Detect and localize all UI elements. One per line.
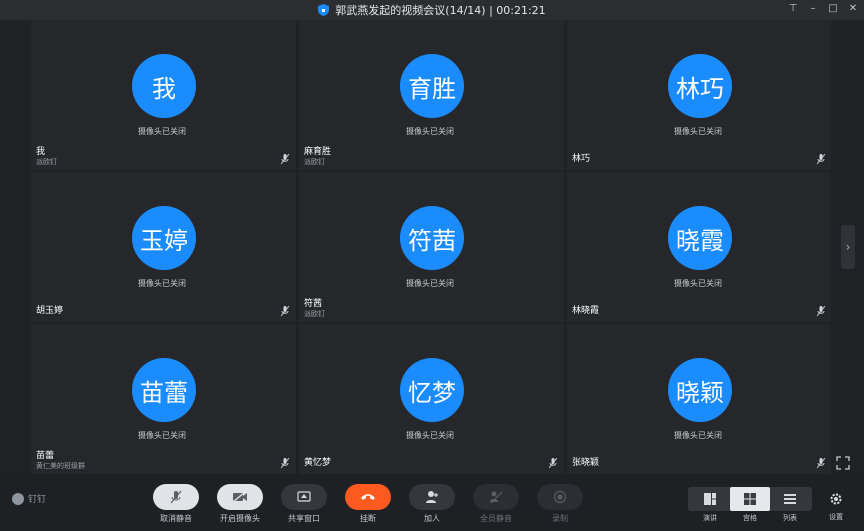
participant-name: 张晓颖 <box>572 458 600 468</box>
add-person-label: 加人 <box>424 514 440 523</box>
avatar: 林巧 <box>668 54 732 118</box>
speaker-layout-label: 演讲 <box>703 514 717 522</box>
avatar: 晓霞 <box>668 206 732 270</box>
participant-name: 林晓霞 <box>572 306 600 316</box>
next-page-button[interactable]: › <box>841 225 855 269</box>
record-button[interactable] <box>537 484 583 510</box>
participant-name: 林巧 <box>572 154 591 164</box>
avatar: 忆梦 <box>400 358 464 422</box>
participant-name: 胡玉婷 <box>36 306 64 316</box>
fullscreen-icon[interactable] <box>836 456 850 470</box>
mic-muted-icon <box>549 458 557 468</box>
unmute-label: 取消静音 <box>160 514 192 523</box>
list-layout-label: 列表 <box>783 514 797 522</box>
mic-muted-icon <box>817 154 825 164</box>
hangup-label: 挂断 <box>360 514 376 523</box>
shield-icon <box>318 4 330 16</box>
grid-layout-button[interactable] <box>730 487 770 511</box>
camera-off-text: 摄像头已关闭 <box>406 279 454 288</box>
camera-off-text: 摄像头已关闭 <box>406 431 454 440</box>
participant-org: 派欧钉 <box>304 310 325 318</box>
settings-label: 设置 <box>829 513 843 521</box>
minimize-icon[interactable]: – <box>808 3 818 15</box>
camera-off-text: 摄像头已关闭 <box>138 431 186 440</box>
chevron-right-icon: › <box>845 240 851 254</box>
settings-gear-icon[interactable] <box>829 492 843 506</box>
camera-button[interactable] <box>217 484 263 510</box>
layout-switcher <box>688 487 812 511</box>
participant-tile[interactable]: 林巧 摄像头已关闭 林巧 <box>567 20 831 170</box>
avatar: 苗蕾 <box>132 358 196 422</box>
dingtalk-icon <box>12 492 24 505</box>
participant-tile[interactable]: 晓颖 摄像头已关闭 张晓颖 <box>567 324 831 474</box>
avatar: 育胜 <box>400 54 464 118</box>
share-window-label: 共享窗口 <box>288 514 320 523</box>
mic-muted-icon <box>281 306 289 316</box>
unmute-button[interactable] <box>153 484 199 510</box>
speaker-layout-button[interactable] <box>690 487 730 511</box>
avatar: 玉婷 <box>132 206 196 270</box>
participant-name: 我 <box>36 147 46 157</box>
close-icon[interactable]: ✕ <box>848 3 858 15</box>
participant-org: 派欧钉 <box>36 158 57 166</box>
mic-muted-icon <box>281 154 289 164</box>
camera-off-text: 摄像头已关闭 <box>674 127 722 136</box>
participant-tile[interactable]: 玉婷 摄像头已关闭 胡玉婷 <box>31 172 296 322</box>
camera-label: 开启摄像头 <box>220 514 260 523</box>
participant-org: 派欧钉 <box>304 158 325 166</box>
pin-icon[interactable]: ⊤ <box>788 3 798 15</box>
camera-off-text: 摄像头已关闭 <box>138 127 186 136</box>
grid-layout-label: 宫格 <box>743 514 757 522</box>
maximize-icon[interactable]: □ <box>828 3 838 15</box>
phone-hangup-icon <box>361 494 375 500</box>
grid-layout-icon <box>744 493 756 505</box>
participant-tile[interactable]: 符茜 摄像头已关闭 符茜 派欧钉 <box>299 172 564 322</box>
camera-off-icon <box>232 491 247 503</box>
list-layout-icon <box>784 494 796 504</box>
camera-off-text: 摄像头已关闭 <box>406 127 454 136</box>
avatar: 我 <box>132 54 196 118</box>
mic-muted-icon <box>817 306 825 316</box>
mute-all-icon <box>490 491 503 504</box>
window-title-text: 郭武燕发起的视频会议(14/14) | 00:21:21 <box>335 4 546 17</box>
participant-name: 麻育胜 <box>304 147 332 157</box>
brand-logo: 钉钉 <box>12 492 46 505</box>
participant-tile[interactable]: 苗蕾 摄像头已关闭 苗蕾 黄仁美的班级群 <box>31 324 296 474</box>
add-person-icon <box>426 491 438 503</box>
camera-off-text: 摄像头已关闭 <box>674 279 722 288</box>
avatar: 晓颖 <box>668 358 732 422</box>
participant-tile[interactable]: 晓霞 摄像头已关闭 林晓霞 <box>567 172 831 322</box>
window-title: 郭武燕发起的视频会议(14/14) | 00:21:21 <box>0 0 864 20</box>
mic-muted-icon <box>281 458 289 468</box>
participant-org: 黄仁美的班级群 <box>36 462 85 470</box>
mic-muted-icon <box>817 458 825 468</box>
add-person-button[interactable] <box>409 484 455 510</box>
brand-name: 钉钉 <box>28 495 47 505</box>
title-bar: 郭武燕发起的视频会议(14/14) | 00:21:21 ⊤ – □ ✕ <box>0 0 864 20</box>
participant-name: 符茜 <box>304 299 323 309</box>
hangup-button[interactable] <box>345 484 391 510</box>
mic-muted-icon <box>170 490 182 504</box>
share-screen-icon <box>297 491 311 502</box>
avatar: 符茜 <box>400 206 464 270</box>
participant-name: 苗蕾 <box>36 451 55 461</box>
list-layout-button[interactable] <box>770 487 810 511</box>
mute-all-label: 全员静音 <box>480 514 512 523</box>
record-icon <box>553 490 567 504</box>
participant-tile[interactable]: 忆梦 摄像头已关闭 黄忆梦 <box>299 324 564 474</box>
participant-tile[interactable]: 育胜 摄像头已关闭 麻育胜 派欧钉 <box>299 20 564 170</box>
participant-name: 黄忆梦 <box>304 458 332 468</box>
camera-off-text: 摄像头已关闭 <box>138 279 186 288</box>
participant-tile[interactable]: 我 摄像头已关闭 我 派欧钉 <box>31 20 296 170</box>
participant-grid: 我 摄像头已关闭 我 派欧钉 育胜 摄像头已关闭 麻育胜 派欧钉 林巧 摄像头已… <box>31 20 831 474</box>
camera-off-text: 摄像头已关闭 <box>674 431 722 440</box>
mute-all-button[interactable] <box>473 484 519 510</box>
speaker-layout-icon <box>704 493 716 505</box>
share-window-button[interactable] <box>281 484 327 510</box>
record-label: 录制 <box>552 514 568 523</box>
